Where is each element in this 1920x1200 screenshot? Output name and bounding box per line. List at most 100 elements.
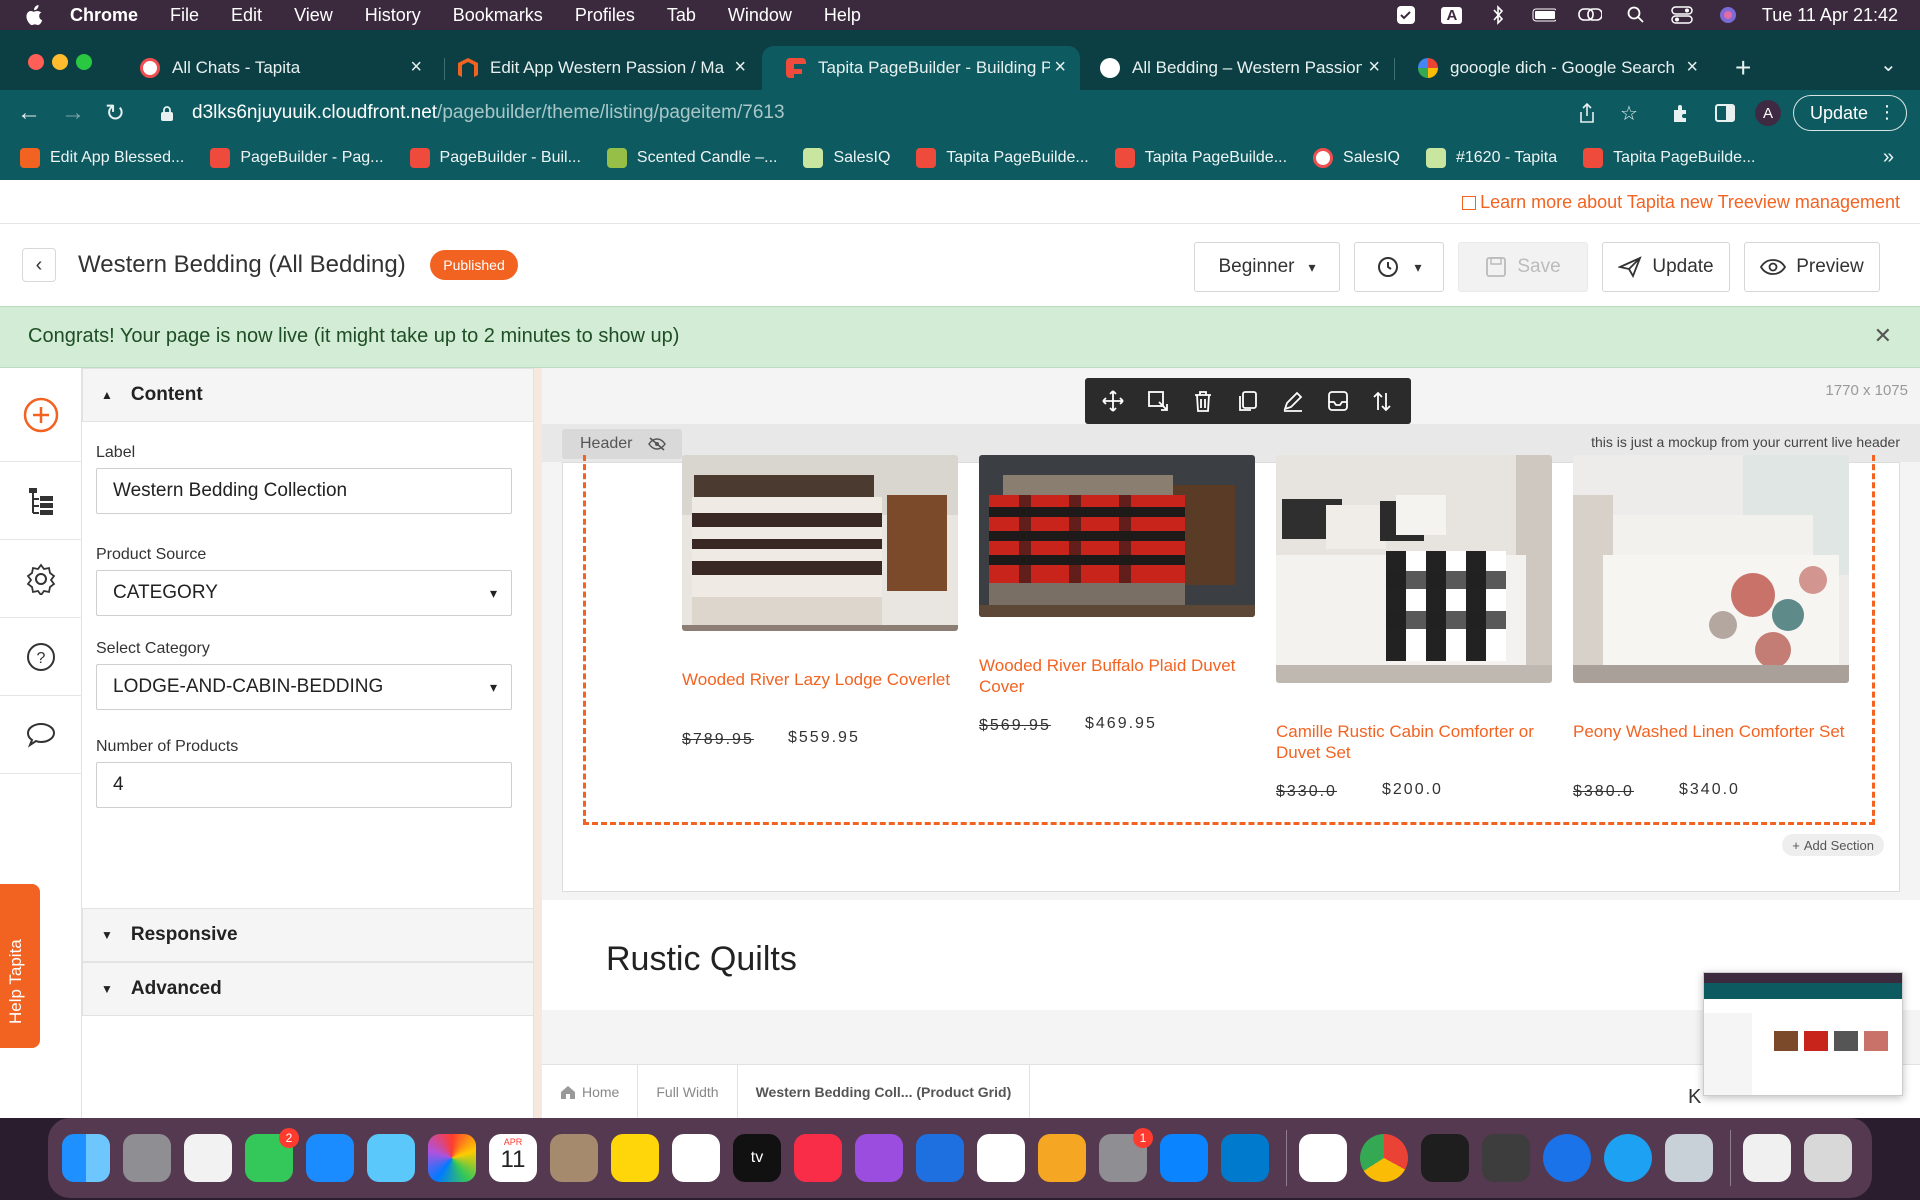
help-tapita-tab[interactable]: Help Tapita	[0, 884, 40, 1048]
reorder-arrows-icon[interactable]	[1367, 386, 1397, 416]
notes-icon[interactable]	[611, 1134, 659, 1182]
battery-icon[interactable]	[1532, 5, 1556, 25]
tab-all-chats[interactable]: All Chats - Tapita ×	[116, 46, 436, 90]
content-accordion[interactable]: ▲ Content	[82, 368, 534, 422]
close-icon[interactable]: ×	[1054, 57, 1066, 77]
label-input[interactable]: Western Bedding Collection	[96, 468, 512, 514]
rail-chat[interactable]	[0, 696, 82, 774]
close-icon[interactable]: ×	[1368, 57, 1380, 77]
app-store-icon[interactable]	[1160, 1134, 1208, 1182]
extensions-icon[interactable]	[1668, 100, 1694, 126]
sublime-text-icon[interactable]	[1482, 1134, 1530, 1182]
calendar-icon[interactable]: APR 11	[489, 1134, 537, 1182]
podcasts-icon[interactable]	[855, 1134, 903, 1182]
window-zoom-button[interactable]	[76, 54, 92, 70]
bookmark-item[interactable]: SalesIQ	[803, 148, 890, 168]
menu-history[interactable]: History	[365, 5, 421, 26]
forward-arrow-icon[interactable]: →	[58, 98, 88, 128]
breadcrumb-product-grid[interactable]: Western Bedding Coll... (Product Grid)	[738, 1064, 1031, 1118]
checkmark-status-icon[interactable]	[1394, 5, 1418, 25]
menubar-clock[interactable]: Tue 11 Apr 21:42	[1762, 5, 1898, 26]
breadcrumb-home[interactable]: Home	[542, 1064, 639, 1118]
preview-app-icon[interactable]	[1665, 1134, 1713, 1182]
trash-icon[interactable]	[1188, 386, 1218, 416]
side-panel-icon[interactable]	[1712, 100, 1738, 126]
product-image[interactable]	[979, 455, 1255, 617]
apple-tv-icon[interactable]: tv	[733, 1134, 781, 1182]
contacts-icon[interactable]	[550, 1134, 598, 1182]
reload-icon[interactable]: ↻	[100, 98, 130, 128]
new-tab-button[interactable]: +	[1735, 52, 1751, 84]
bookmark-item[interactable]: #1620 - Tapita	[1425, 148, 1557, 168]
collapse-icon[interactable]: K	[1688, 1086, 1701, 1109]
system-settings-icon[interactable]: 1	[1099, 1128, 1153, 1182]
responsive-accordion[interactable]: ▼ Responsive	[82, 908, 534, 962]
mode-dropdown[interactable]: Beginner ▾	[1194, 242, 1340, 292]
close-icon[interactable]: ×	[734, 57, 746, 77]
rail-settings[interactable]	[0, 540, 82, 618]
tab-pagebuilder[interactable]: Tapita PageBuilder - Building P ×	[762, 46, 1080, 90]
tab-google-search[interactable]: gooogle dich - Google Search ×	[1394, 46, 1712, 90]
product-source-select[interactable]: CATEGORY ▾	[96, 570, 512, 616]
apple-icon[interactable]	[26, 5, 44, 25]
screen-mirroring-icon[interactable]	[1578, 5, 1602, 25]
update-page-button[interactable]: Update	[1602, 242, 1730, 292]
maps-icon[interactable]	[367, 1134, 415, 1182]
menu-window[interactable]: Window	[728, 5, 792, 26]
edit-pencil-icon[interactable]	[1278, 386, 1308, 416]
product-name[interactable]: Wooded River Lazy Lodge Coverlet	[682, 669, 958, 690]
menu-tab[interactable]: Tab	[667, 5, 696, 26]
pages-icon[interactable]	[1038, 1134, 1086, 1182]
product-image[interactable]	[1276, 455, 1552, 683]
bookmark-item[interactable]: Tapita PageBuilde...	[916, 148, 1089, 168]
resize-icon[interactable]	[1143, 386, 1173, 416]
close-icon[interactable]: ×	[410, 57, 422, 77]
bookmark-item[interactable]: Edit App Blessed...	[20, 148, 184, 168]
move-icon[interactable]	[1098, 386, 1128, 416]
window-minimize-button[interactable]	[52, 54, 68, 70]
add-section-button[interactable]: + Add Section	[1782, 834, 1884, 856]
url-bar[interactable]: d3lks6njuyuuik.cloudfront.net/pagebuilde…	[148, 94, 1648, 132]
menu-help[interactable]: Help	[824, 5, 861, 26]
rail-add[interactable]	[0, 368, 82, 462]
save-block-icon[interactable]	[1323, 386, 1353, 416]
documents-stack-icon[interactable]	[1743, 1134, 1791, 1182]
bookmark-item[interactable]: Tapita PageBuilde...	[1583, 148, 1755, 168]
reminders-icon[interactable]	[184, 1134, 232, 1182]
numbers-icon[interactable]	[977, 1134, 1025, 1182]
tab-edit-app[interactable]: Edit App Western Passion / Ma ×	[434, 46, 760, 90]
bookmark-item[interactable]: PageBuilder - Pag...	[210, 148, 384, 168]
close-icon[interactable]: ×	[1686, 57, 1698, 77]
category-select[interactable]: LODGE-AND-CABIN-BEDDING ▾	[96, 664, 512, 710]
siri-icon[interactable]	[1716, 5, 1740, 25]
chrome-icon[interactable]	[1360, 1134, 1408, 1182]
messages-icon[interactable]: 2	[245, 1128, 299, 1182]
menu-edit[interactable]: Edit	[231, 5, 262, 26]
product-name[interactable]: Peony Washed Linen Comforter Set	[1573, 721, 1849, 742]
bookmarks-overflow-icon[interactable]: »	[1883, 146, 1894, 169]
menu-profiles[interactable]: Profiles	[575, 5, 635, 26]
bookmark-item[interactable]: Scented Candle –...	[606, 148, 777, 168]
menu-file[interactable]: File	[170, 5, 199, 26]
product-name[interactable]: Wooded River Buffalo Plaid Duvet Cover	[979, 655, 1255, 697]
star-icon[interactable]: ☆	[1616, 100, 1642, 126]
keynote-icon[interactable]	[916, 1134, 964, 1182]
rail-help[interactable]: ?	[0, 618, 82, 696]
menu-bookmarks[interactable]: Bookmarks	[453, 5, 543, 26]
chevron-down-icon[interactable]: ⌄	[1880, 52, 1897, 77]
bluetooth-icon[interactable]	[1486, 5, 1510, 25]
bookmark-item[interactable]: Tapita PageBuilde...	[1114, 148, 1287, 168]
freeform-icon[interactable]	[672, 1134, 720, 1182]
share-icon[interactable]	[1574, 100, 1600, 126]
product-grid-selected[interactable]: Wooded River Lazy Lodge Coverlet $789.95…	[583, 455, 1875, 825]
panel-resize-handle[interactable]	[534, 368, 542, 1118]
product-image[interactable]	[1573, 455, 1849, 683]
tab-all-bedding[interactable]: All Bedding – Western Passion ×	[1076, 46, 1394, 90]
slack-icon[interactable]	[1299, 1134, 1347, 1182]
vscode-icon[interactable]	[1221, 1134, 1269, 1182]
control-center-icon[interactable]	[1670, 5, 1694, 25]
back-button[interactable]: ‹	[22, 248, 56, 282]
menu-app-name[interactable]: Chrome	[70, 5, 138, 26]
chrome-update-button[interactable]: Update ⋮	[1793, 95, 1907, 131]
window-close-button[interactable]	[28, 54, 44, 70]
